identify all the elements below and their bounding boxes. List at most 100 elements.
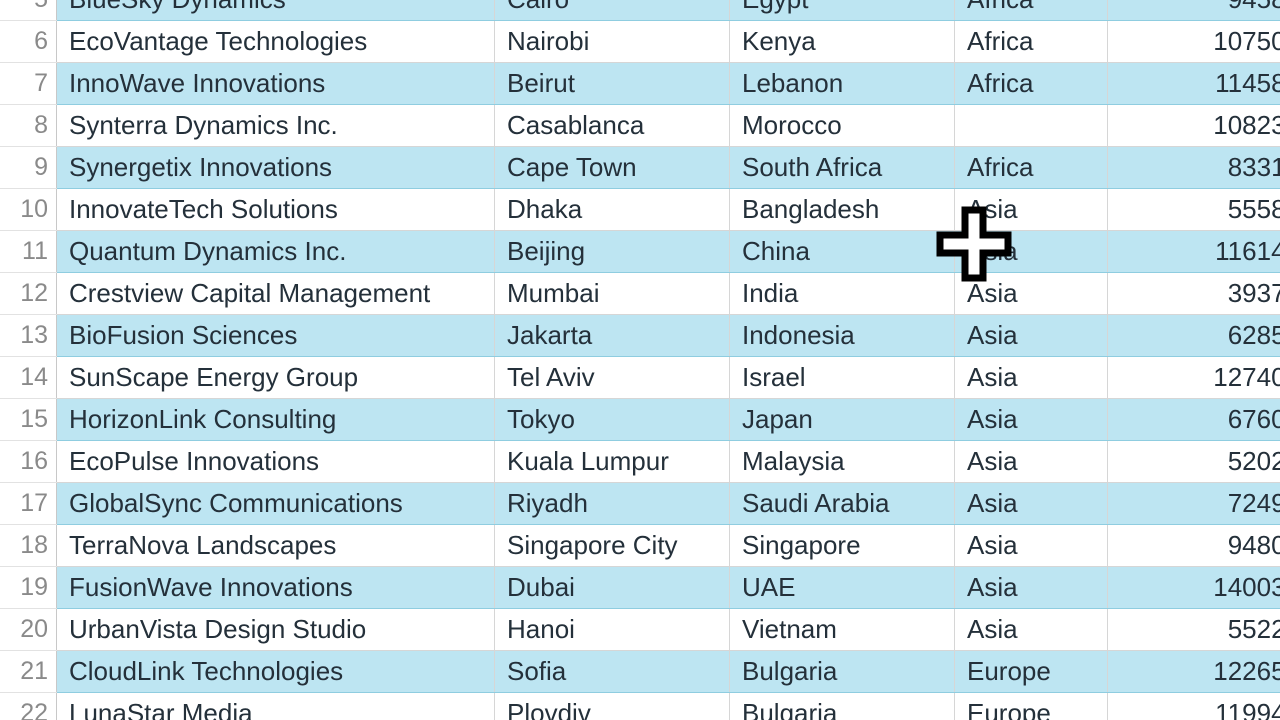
cell-city[interactable]: Beirut [494, 62, 730, 105]
cell-revenue[interactable]: 94581 [1107, 0, 1280, 21]
row-header-5[interactable]: 5 [0, 0, 57, 21]
table-row[interactable]: 8 Synterra Dynamics Inc. Casablanca Morocco… [0, 104, 1280, 147]
cell-country[interactable]: India [729, 272, 955, 315]
table-row[interactable]: 10 InnovateTech Solutions Dhaka Bangladesh A… [0, 188, 1280, 231]
cell-continent[interactable]: Europe [954, 650, 1108, 693]
spreadsheet-canvas[interactable]: 5BlueSky DynamicsCairoEgyptAfrica945816E… [0, 0, 1280, 720]
row-header-18[interactable]: 18 [0, 524, 57, 567]
cell-company[interactable]: Synterra Dynamics Inc. [56, 104, 495, 147]
cell-revenue[interactable]: 55588 [1107, 188, 1280, 231]
cell-city[interactable]: Mumbai [494, 272, 730, 315]
cell-city[interactable]: Singapore City [494, 524, 730, 567]
cell-continent[interactable]: Africa [954, 0, 1108, 21]
cell-city[interactable]: Sofia [494, 650, 730, 693]
cell-city[interactable]: Jakarta [494, 314, 730, 357]
table-row[interactable]: 16 EcoPulse Innovations Kuala Lumpur Malays… [0, 440, 1280, 483]
cell-revenue[interactable]: 55227 [1107, 608, 1280, 651]
table-row[interactable]: 14 SunScape Energy Group Tel Aviv Israel Asi… [0, 356, 1280, 399]
table-row[interactable]: 6 EcoVantage Technologies Nairobi Kenya Afri… [0, 20, 1280, 63]
table-row[interactable]: 21 CloudLink Technologies Sofia Bulgaria Eur… [0, 650, 1280, 693]
cell-company[interactable]: UrbanVista Design Studio [56, 608, 495, 651]
cell-company[interactable]: InnovateTech Solutions [56, 188, 495, 231]
cell-city[interactable]: Kuala Lumpur [494, 440, 730, 483]
cell-country[interactable]: Singapore [729, 524, 955, 567]
cell-city[interactable]: Riyadh [494, 482, 730, 525]
cell-city[interactable]: Hanoi [494, 608, 730, 651]
table-row[interactable]: 18 TerraNova Landscapes Singapore City Sing… [0, 524, 1280, 567]
cell-revenue[interactable]: 140035 [1107, 566, 1280, 609]
cell-revenue[interactable]: 67600 [1107, 398, 1280, 441]
row-header-19[interactable]: 19 [0, 566, 57, 609]
cell-country[interactable]: Saudi Arabia [729, 482, 955, 525]
cell-revenue[interactable]: 52028 [1107, 440, 1280, 483]
row-header-11[interactable]: 11 [0, 230, 57, 273]
table-row[interactable]: 11 Quantum Dynamics Inc. Beijing China Asia 1… [0, 230, 1280, 273]
cell-city[interactable]: Plovdiv [494, 692, 730, 720]
cell-city[interactable]: Casablanca [494, 104, 730, 147]
cell-continent[interactable]: Africa [954, 146, 1108, 189]
cell-continent[interactable]: Asia [954, 482, 1108, 525]
cell-revenue[interactable]: 122658 [1107, 650, 1280, 693]
row-header-7[interactable]: 7 [0, 62, 57, 105]
cell-country[interactable]: Israel [729, 356, 955, 399]
table-row[interactable]: 17 GlobalSync Communications Riyadh Saudi A… [0, 482, 1280, 525]
cell-country[interactable]: Egypt [729, 0, 955, 21]
row-header-6[interactable]: 6 [0, 20, 57, 63]
row-header-20[interactable]: 20 [0, 608, 57, 651]
row-header-14[interactable]: 14 [0, 356, 57, 399]
cell-company[interactable]: EcoPulse Innovations [56, 440, 495, 483]
cell-city[interactable]: Beijing [494, 230, 730, 273]
row-header-13[interactable]: 13 [0, 314, 57, 357]
table-row[interactable]: 20 UrbanVista Design Studio Hanoi Vietnam As… [0, 608, 1280, 651]
cell-continent[interactable]: Asia [954, 440, 1108, 483]
cell-country[interactable]: UAE [729, 566, 955, 609]
row-header-22[interactable]: 22 [0, 692, 57, 720]
row-header-17[interactable]: 17 [0, 482, 57, 525]
cell-continent[interactable] [954, 104, 1108, 147]
cell-country[interactable]: Japan [729, 398, 955, 441]
cell-country[interactable]: Vietnam [729, 608, 955, 651]
row-header-21[interactable]: 21 [0, 650, 57, 693]
table-row[interactable]: 5BlueSky DynamicsCairoEgyptAfrica94581 [0, 0, 1280, 21]
cell-company[interactable]: TerraNova Landscapes [56, 524, 495, 567]
cell-company[interactable]: CloudLink Technologies [56, 650, 495, 693]
cell-continent[interactable]: Asia [954, 566, 1108, 609]
cell-revenue[interactable]: 127402 [1107, 356, 1280, 399]
cell-country[interactable]: Bangladesh [729, 188, 955, 231]
cell-city[interactable]: Cape Town [494, 146, 730, 189]
cell-revenue[interactable]: 116145 [1107, 230, 1280, 273]
cell-revenue[interactable]: 94808 [1107, 524, 1280, 567]
cell-country[interactable]: China [729, 230, 955, 273]
cell-company[interactable]: Synergetix Innovations [56, 146, 495, 189]
cell-company[interactable]: BlueSky Dynamics [56, 0, 495, 21]
cell-revenue[interactable]: 83319 [1107, 146, 1280, 189]
cell-company[interactable]: Quantum Dynamics Inc. [56, 230, 495, 273]
row-header-15[interactable]: 15 [0, 398, 57, 441]
cell-continent[interactable]: Asia [954, 272, 1108, 315]
cell-company[interactable]: BioFusion Sciences [56, 314, 495, 357]
cell-country[interactable]: Bulgaria [729, 692, 955, 720]
table-row[interactable]: 7 InnoWave Innovations Beirut Lebanon Africa… [0, 62, 1280, 105]
row-header-8[interactable]: 8 [0, 104, 57, 147]
table-row[interactable]: 13 BioFusion Sciences Jakarta Indonesia Asia… [0, 314, 1280, 357]
spreadsheet-grid[interactable]: 5BlueSky DynamicsCairoEgyptAfrica945816E… [0, 0, 1280, 720]
cell-country[interactable]: South Africa [729, 146, 955, 189]
row-header-9[interactable]: 9 [0, 146, 57, 189]
grid-viewport[interactable]: 5BlueSky DynamicsCairoEgyptAfrica945816E… [0, 0, 1280, 720]
cell-country[interactable]: Bulgaria [729, 650, 955, 693]
cell-city[interactable]: Dubai [494, 566, 730, 609]
cell-country[interactable]: Lebanon [729, 62, 955, 105]
row-header-12[interactable]: 12 [0, 272, 57, 315]
cell-continent[interactable]: Asia [954, 398, 1108, 441]
cell-company[interactable]: InnoWave Innovations [56, 62, 495, 105]
cell-revenue[interactable]: 72495 [1107, 482, 1280, 525]
cell-company[interactable]: LunaStar Media [56, 692, 495, 720]
cell-continent[interactable]: Africa [954, 62, 1108, 105]
cell-country[interactable]: Morocco [729, 104, 955, 147]
table-row[interactable]: 22 LunaStar Media Plovdiv Bulgaria Europe 119… [0, 692, 1280, 720]
cell-continent[interactable]: Asia [954, 188, 1108, 231]
cell-city[interactable]: Dhaka [494, 188, 730, 231]
cell-company[interactable]: EcoVantage Technologies [56, 20, 495, 63]
cell-country[interactable]: Malaysia [729, 440, 955, 483]
cell-country[interactable]: Kenya [729, 20, 955, 63]
